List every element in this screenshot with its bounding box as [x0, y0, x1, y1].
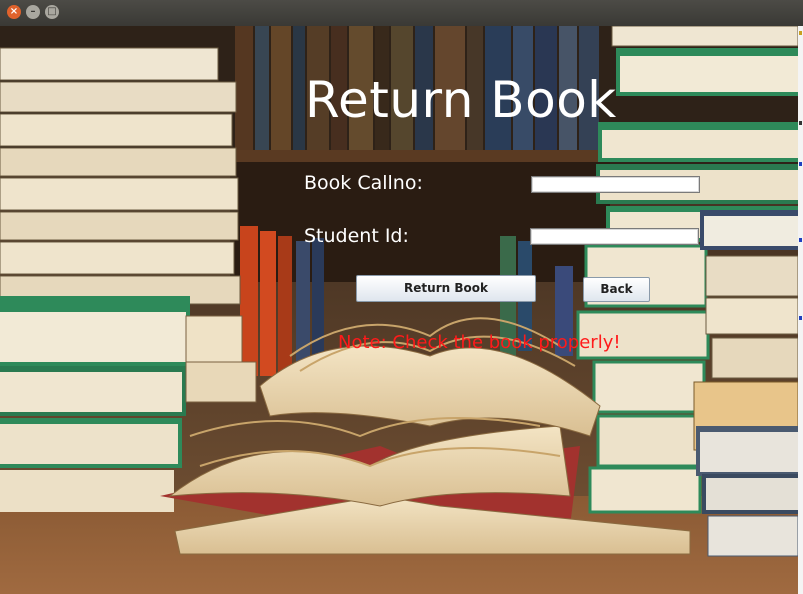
student-id-label: Student Id: — [304, 225, 409, 247]
note-text: Note: Check the book properly! — [338, 332, 621, 353]
page-title: Return Book — [305, 71, 617, 129]
book-callno-label: Book Callno: — [304, 172, 423, 194]
maximize-window-button[interactable]: □ — [45, 5, 59, 19]
close-icon: × — [9, 6, 19, 17]
return-book-button[interactable]: Return Book — [356, 275, 536, 302]
back-button[interactable]: Back — [583, 277, 650, 302]
minimize-window-button[interactable]: – — [26, 5, 40, 19]
book-callno-input[interactable] — [531, 176, 700, 193]
window-titlebar: × – □ — [0, 0, 803, 27]
maximize-icon: □ — [47, 6, 57, 17]
minimize-icon: – — [30, 6, 36, 17]
close-window-button[interactable]: × — [7, 5, 21, 19]
student-id-input[interactable] — [530, 228, 699, 245]
window-edge — [798, 26, 803, 594]
